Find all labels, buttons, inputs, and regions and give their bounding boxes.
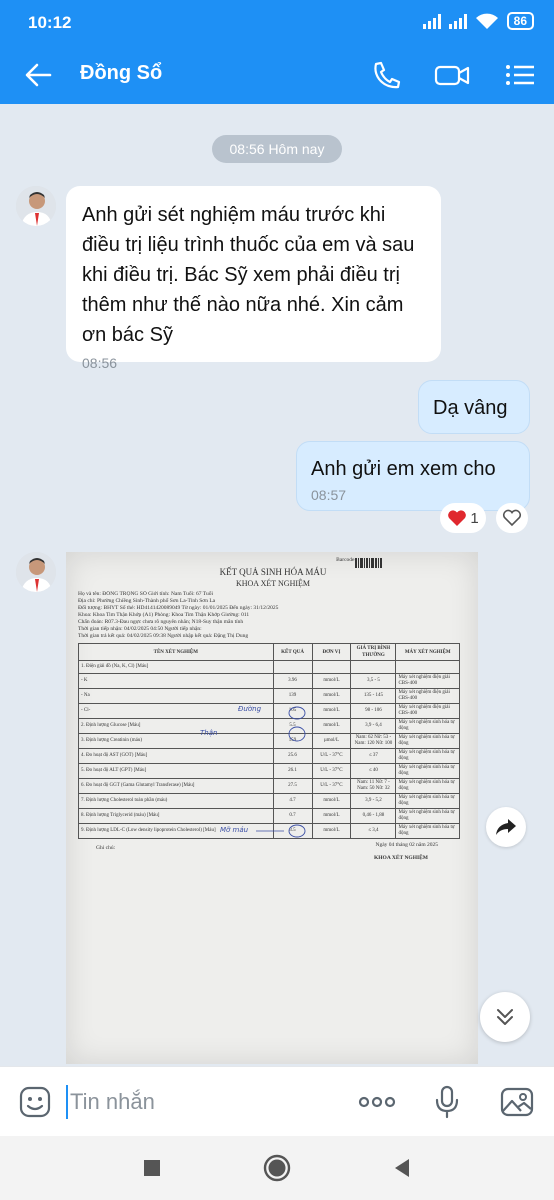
recents-button[interactable] [134, 1150, 170, 1186]
scroll-to-bottom-button[interactable] [480, 992, 530, 1042]
message-text: Anh gửi em xem cho [311, 458, 496, 480]
emoji-button[interactable] [16, 1083, 54, 1121]
reaction-count[interactable]: 1 [440, 503, 486, 533]
video-call-button[interactable] [434, 58, 470, 92]
battery-indicator: 86 [506, 12, 534, 30]
gallery-button[interactable] [498, 1083, 536, 1121]
chat-header: Đồng Sổ [0, 46, 554, 104]
menu-list-icon [506, 65, 534, 85]
video-camera-icon [434, 65, 470, 86]
voice-message-button[interactable] [428, 1083, 466, 1121]
handwritten-marks [256, 706, 306, 838]
voice-call-button[interactable] [368, 58, 404, 92]
more-horizontal-icon [358, 1096, 396, 1108]
back-nav-button[interactable] [384, 1150, 420, 1186]
message-input[interactable] [66, 1085, 336, 1119]
message-time: 08:57 [311, 487, 347, 503]
heart-outline-icon [502, 509, 522, 527]
back-button[interactable] [20, 58, 56, 92]
status-time: 10:12 [28, 13, 72, 32]
signal-icon [422, 13, 441, 29]
reaction-number: 1 [470, 509, 479, 527]
status-bar: 10:12 86 [0, 0, 554, 46]
message-text: Anh gửi sét nghiệm máu trước khi điều tr… [82, 204, 415, 346]
heart-icon [448, 510, 467, 526]
message-time: 08:56 [82, 355, 118, 371]
wifi-icon [475, 13, 498, 29]
contact-name[interactable]: Đồng Sổ [80, 62, 162, 85]
message-bubble-outgoing[interactable]: Dạ vâng [418, 380, 530, 434]
share-arrow-icon [496, 819, 516, 835]
signal-icon [448, 13, 467, 29]
react-button[interactable] [496, 503, 528, 533]
more-options-button[interactable] [358, 1083, 396, 1121]
forward-button[interactable] [486, 807, 526, 847]
date-separator: 08:56 Hôm nay [212, 135, 342, 163]
system-navigation-bar [0, 1136, 554, 1200]
triangle-back-icon [395, 1159, 409, 1177]
composer-bar [0, 1066, 554, 1136]
lab-result-document: Barcode: KẾT QUẢ SINH HÓA MÁU KHOA XÉT N… [78, 556, 468, 862]
message-bubble-incoming[interactable]: Anh gửi sét nghiệm máu trước khi điều tr… [66, 186, 441, 371]
avatar[interactable] [16, 552, 56, 592]
image-message[interactable]: Barcode: KẾT QUẢ SINH HÓA MÁU KHOA XÉT N… [66, 552, 478, 1064]
home-button[interactable] [259, 1150, 295, 1186]
square-icon [144, 1160, 160, 1176]
phone-icon [374, 61, 401, 89]
image-icon [500, 1087, 534, 1117]
sticker-icon [19, 1086, 51, 1118]
status-icons: 86 [422, 12, 534, 30]
double-chevron-down-icon [497, 1009, 513, 1025]
message-text: Dạ vâng [433, 397, 508, 419]
microphone-icon [435, 1085, 459, 1119]
avatar[interactable] [16, 186, 56, 226]
back-arrow-icon [25, 63, 52, 87]
message-bubble-outgoing[interactable]: Anh gửi em xem cho 08:57 [296, 441, 530, 511]
menu-button[interactable] [502, 58, 538, 92]
circle-icon [263, 1154, 291, 1182]
